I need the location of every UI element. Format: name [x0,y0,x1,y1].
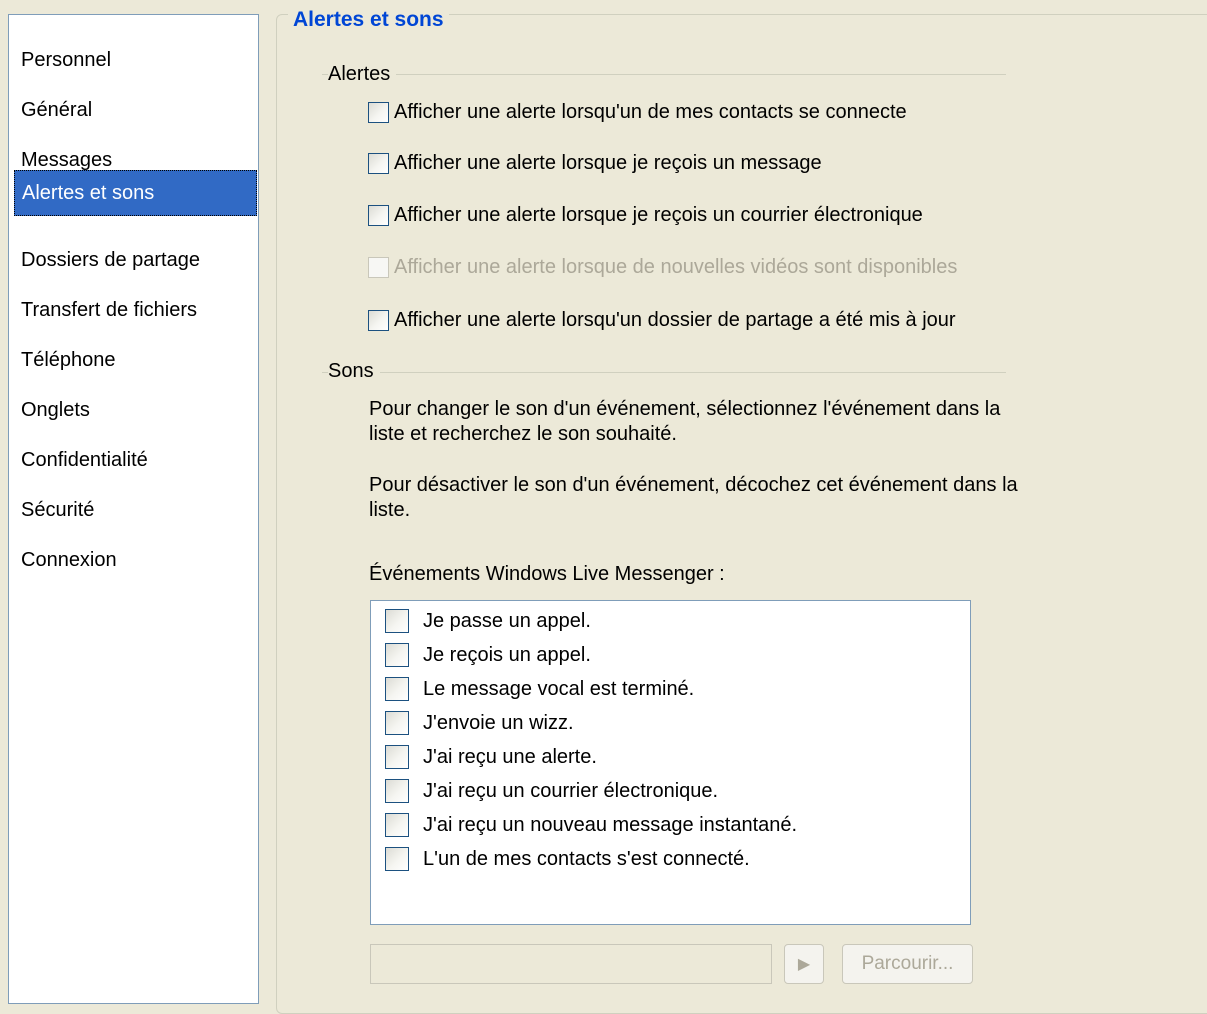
sidebar-item-personnel[interactable]: Personnel [14,37,257,83]
alert-shared-folder-option[interactable]: Afficher une alerte lorsqu'un dossier de… [368,309,956,332]
event-label: J'ai reçu un courrier électronique. [423,779,719,802]
event-label: J'ai reçu un nouveau message instantané. [423,813,798,836]
event-checkbox[interactable] [385,745,409,769]
browse-button: Parcourir... [842,944,973,984]
alert-shared-folder-checkbox[interactable] [368,310,389,331]
alert-message-option[interactable]: Afficher une alerte lorsque je reçois un… [368,152,822,175]
sidebar-item-securite[interactable]: Sécurité [14,487,257,533]
alert-contact-connect-label: Afficher une alerte lorsqu'un de mes con… [394,101,907,123]
sidebar-item-telephone[interactable]: Téléphone [14,337,257,383]
event-checkbox[interactable] [385,779,409,803]
event-contact-connecte[interactable]: L'un de mes contacts s'est connecté. [385,847,750,871]
play-sound-button: ▶ [784,944,824,984]
sidebar-item-confidentialite[interactable]: Confidentialité [14,437,257,483]
alert-email-checkbox[interactable] [368,205,389,226]
settings-panel: Alertes et sons Alertes Afficher une ale… [262,0,1207,1014]
event-label: J'ai reçu une alerte. [423,745,597,768]
event-label: L'un de mes contacts s'est connecté. [423,847,750,870]
sound-events-list[interactable]: Je passe un appel. Je reçois un appel. L… [370,600,971,925]
sounds-section-label: Sons [328,360,380,383]
sidebar-item-transfert-de-fichiers[interactable]: Transfert de fichiers [14,287,257,333]
sound-path-field [370,944,772,984]
alerts-divider [322,74,1006,75]
alert-videos-option: Afficher une alerte lorsque de nouvelles… [368,256,957,279]
sidebar-item-onglets[interactable]: Onglets [14,387,257,433]
event-je-passe-un-appel[interactable]: Je passe un appel. [385,609,591,633]
sidebar-item-alertes-et-sons[interactable]: Alertes et sons [14,170,257,216]
event-je-recois-un-appel[interactable]: Je reçois un appel. [385,643,591,667]
event-checkbox[interactable] [385,609,409,633]
sidebar-item-general[interactable]: Général [14,87,257,133]
event-label: Je passe un appel. [423,609,591,632]
sidebar-item-connexion[interactable]: Connexion [14,537,257,583]
event-recu-alerte[interactable]: J'ai reçu une alerte. [385,745,597,769]
event-label: J'envoie un wizz. [423,711,574,734]
event-checkbox[interactable] [385,677,409,701]
event-recu-courrier[interactable]: J'ai reçu un courrier électronique. [385,779,718,803]
event-checkbox[interactable] [385,643,409,667]
events-list-label: Événements Windows Live Messenger : [369,563,725,585]
alert-message-checkbox[interactable] [368,153,389,174]
event-checkbox[interactable] [385,847,409,871]
play-triangle-icon: ▶ [797,956,811,973]
alert-videos-label: Afficher une alerte lorsque de nouvelles… [394,256,958,278]
alerts-section-label: Alertes [328,63,397,86]
sound-change-instructions: Pour changer le son d'un événement, séle… [369,398,1001,445]
alert-contact-connect-checkbox[interactable] [368,102,389,123]
alert-email-label: Afficher une alerte lorsque je reçois un… [394,204,923,226]
sound-disable-instructions: Pour désactiver le son d'un événement, d… [369,474,1018,521]
event-checkbox[interactable] [385,711,409,735]
sounds-divider [322,372,1006,373]
event-checkbox[interactable] [385,813,409,837]
alert-shared-folder-label: Afficher une alerte lorsqu'un dossier de… [394,309,956,331]
alert-message-label: Afficher une alerte lorsque je reçois un… [394,152,822,174]
alert-videos-checkbox [368,257,389,278]
event-envoie-wizz[interactable]: J'envoie un wizz. [385,711,574,735]
event-label: Je reçois un appel. [423,643,591,666]
event-message-vocal-termine[interactable]: Le message vocal est terminé. [385,677,694,701]
alert-contact-connect-option[interactable]: Afficher une alerte lorsqu'un de mes con… [368,101,907,124]
alert-email-option[interactable]: Afficher une alerte lorsque je reçois un… [368,204,923,227]
event-label: Le message vocal est terminé. [423,677,695,700]
category-sidebar: Personnel Général Messages Alertes et so… [8,14,259,1004]
panel-title: Alertes et sons [288,8,449,32]
sidebar-item-dossiers-de-partage[interactable]: Dossiers de partage [14,237,257,283]
event-recu-message-instantane[interactable]: J'ai reçu un nouveau message instantané. [385,813,797,837]
